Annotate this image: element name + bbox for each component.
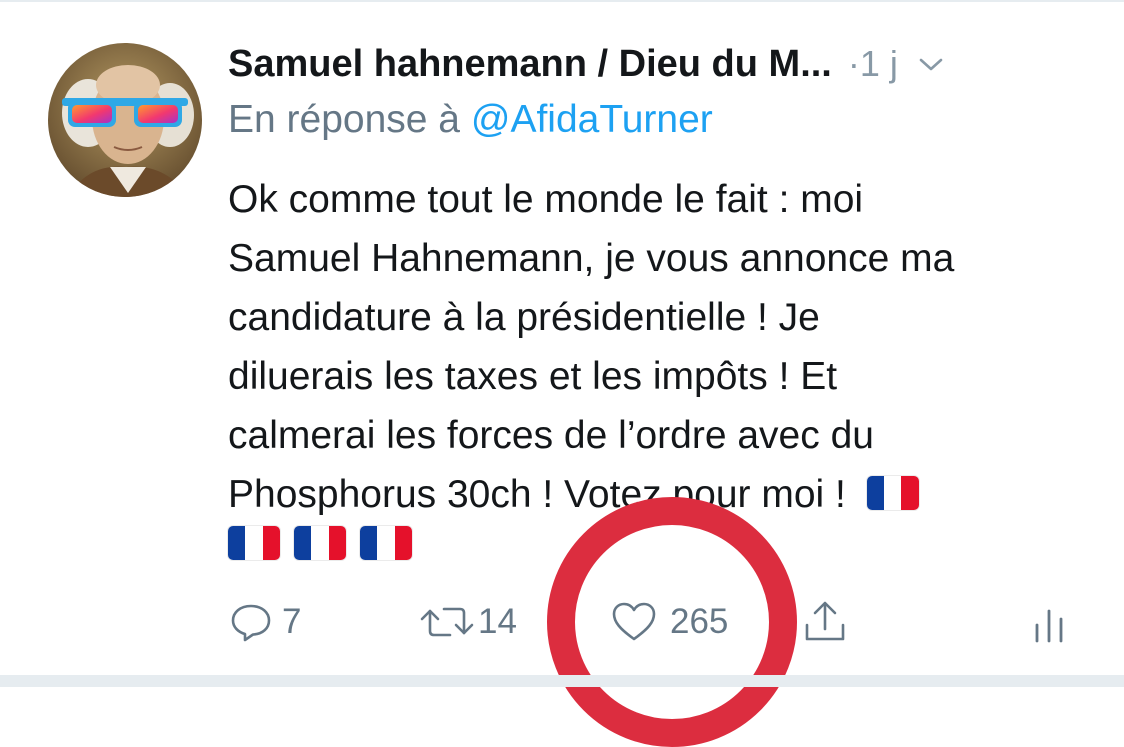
tweet-line-text: Phosphorus 30ch ! Votez pour moi ! [228,473,846,516]
like-count: 265 [670,602,729,641]
retweet-button[interactable]: 14 [418,596,517,648]
reply-prefix: En réponse à [228,98,461,141]
france-flag-emoji [866,476,919,510]
tweet-line: calmerai les forces de l’ordre avec du [228,414,874,457]
tweet-line: Ok comme tout le monde le fait : moi [228,178,864,221]
retweet-icon [420,607,474,637]
analytics-icon [1035,609,1063,643]
avatar-portrait [48,43,202,197]
tweet-line-6: Phosphorus 30ch ! Votez pour moi ! [228,465,1098,524]
author-name[interactable]: Samuel hahnemann / Dieu du M... [228,43,832,86]
share-button[interactable] [800,596,850,648]
analytics-button[interactable] [1030,596,1070,648]
like-button[interactable]: 265 [610,596,728,648]
avatar[interactable] [48,43,202,197]
tweet-line: Samuel Hahnemann, je vous annonce ma [228,237,955,280]
timestamp[interactable]: ·1 j [848,43,898,85]
top-divider [0,0,1124,2]
share-icon [805,601,845,641]
reply-button[interactable]: 7 [228,596,301,648]
reply-context: En réponse à @AfidaTurner [228,98,713,142]
reply-handle-link[interactable]: @AfidaTurner [471,98,713,141]
france-flag-emoji [228,526,280,560]
reply-icon [231,604,271,642]
reply-count: 7 [282,602,302,641]
france-flag-emoji [294,526,346,560]
tweet-line: candidature à la présidentielle ! Je [228,296,820,339]
tweet-header: Samuel hahnemann / Dieu du M... ·1 j [228,38,1098,90]
france-flag-emoji [360,526,412,560]
retweet-count: 14 [478,602,517,641]
flag-emoji-row [228,526,412,560]
tweet-line: diluerais les taxes et les impôts ! Et [228,355,838,398]
bottom-divider [0,675,1124,687]
chevron-down-icon[interactable] [916,49,946,79]
tweet-text: Ok comme tout le monde le fait : moi Sam… [228,170,1098,524]
heart-icon [612,602,656,641]
